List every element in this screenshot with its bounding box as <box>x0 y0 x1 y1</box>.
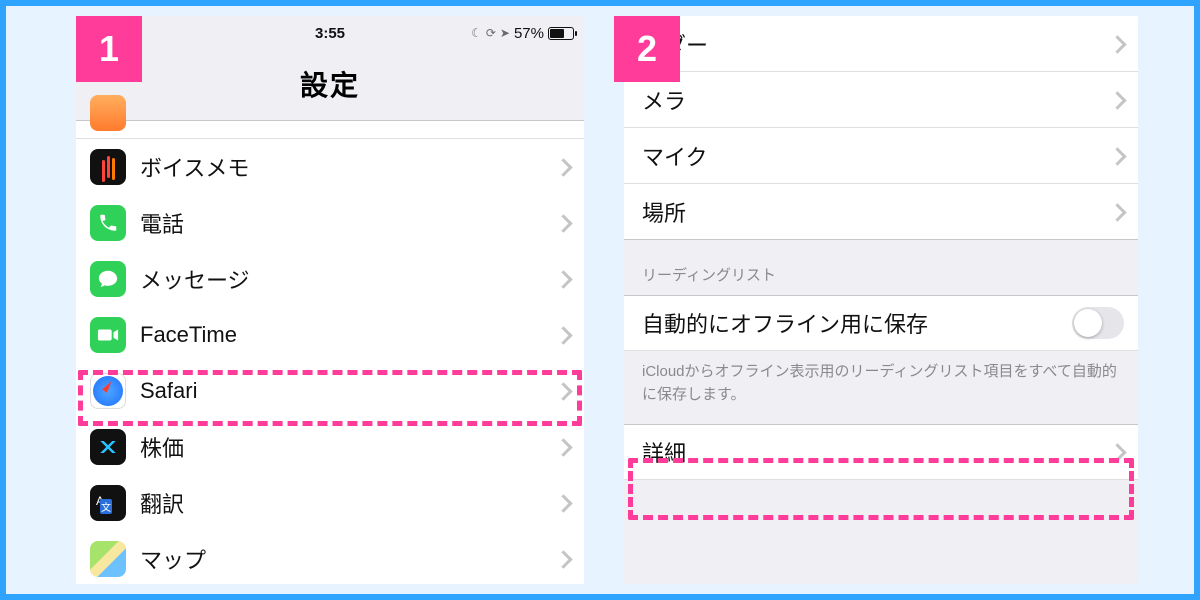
translate-icon <box>90 485 126 521</box>
stocks-icon <box>90 429 126 465</box>
facetime-icon <box>90 317 126 353</box>
safari-settings-screen: ーダー メラ マイク 場所 リーディングリスト 自動的にオフライン用に保存 iC… <box>624 16 1138 584</box>
nav-header: 設定 <box>76 50 584 121</box>
row-translate[interactable]: 翻訳 <box>76 475 584 531</box>
section-footer-reading-list: iCloudからオフライン表示用のリーディングリスト項目をすべて自動的に保存しま… <box>624 351 1138 424</box>
row-messages[interactable]: メッセージ <box>76 251 584 307</box>
status-bar: obile 3:55 ☾ ⟳ ➤ 57% <box>76 16 584 50</box>
row-auto-offline-save[interactable]: 自動的にオフライン用に保存 <box>624 295 1138 351</box>
chevron-right-icon <box>1111 31 1124 57</box>
row-label: FaceTime <box>140 322 237 348</box>
chevron-right-icon <box>557 490 570 516</box>
row-label: 詳細 <box>642 436 686 468</box>
row-label: メラ <box>642 84 686 116</box>
maps-icon <box>90 541 126 577</box>
chevron-right-icon <box>557 266 570 292</box>
chevron-right-icon <box>557 546 570 572</box>
row-stocks[interactable]: 株価 <box>76 419 584 475</box>
chevron-right-icon <box>557 154 570 180</box>
settings-screen: obile 3:55 ☾ ⟳ ➤ 57% 設定 ボイスメモ 電話 <box>76 16 584 584</box>
messages-icon <box>90 261 126 297</box>
row-label: マイク <box>642 140 708 172</box>
row-camera[interactable]: メラ <box>624 72 1138 128</box>
phone-icon <box>90 205 126 241</box>
chevron-right-icon <box>1111 143 1124 169</box>
row-location[interactable]: 場所 <box>624 184 1138 240</box>
row-label: メッセージ <box>140 263 250 295</box>
orientation-lock-icon: ⟳ <box>486 26 496 40</box>
row-safari[interactable]: Safari <box>76 363 584 419</box>
row-reader[interactable]: ーダー <box>624 16 1138 72</box>
row-microphone[interactable]: マイク <box>624 128 1138 184</box>
row-label: 自動的にオフライン用に保存 <box>642 307 928 339</box>
row-label: 翻訳 <box>140 487 184 519</box>
battery-percent: 57% <box>514 25 544 42</box>
row-advanced[interactable]: 詳細 <box>624 424 1138 480</box>
row-voice-memos[interactable]: ボイスメモ <box>76 139 584 195</box>
battery-icon <box>548 27 574 40</box>
dnd-icon: ☾ <box>471 26 482 40</box>
chevron-right-icon <box>1111 439 1124 465</box>
row-label: 電話 <box>140 207 184 239</box>
page-title: 設定 <box>76 64 584 104</box>
row-maps[interactable]: マップ <box>76 531 584 584</box>
location-services-icon: ➤ <box>500 26 510 40</box>
row-facetime[interactable]: FaceTime <box>76 307 584 363</box>
row-label: 場所 <box>642 196 686 228</box>
row-label: 株価 <box>140 431 184 463</box>
safari-icon <box>90 373 126 409</box>
row-label: Safari <box>140 378 197 404</box>
chevron-right-icon <box>557 322 570 348</box>
chevron-right-icon <box>557 378 570 404</box>
step-badge-1: 1 <box>76 16 142 82</box>
chevron-right-icon <box>557 210 570 236</box>
voice-memos-icon <box>90 149 126 185</box>
chevron-right-icon <box>557 434 570 460</box>
section-header-reading-list: リーディングリスト <box>624 240 1138 295</box>
row-phone[interactable]: 電話 <box>76 195 584 251</box>
row-label: マップ <box>140 543 206 575</box>
clock: 3:55 <box>315 25 345 42</box>
toggle-switch[interactable] <box>1072 307 1124 339</box>
row-label: ボイスメモ <box>140 151 249 183</box>
chevron-right-icon <box>1111 87 1124 113</box>
chevron-right-icon <box>1111 199 1124 225</box>
step-badge-2: 2 <box>614 16 680 82</box>
